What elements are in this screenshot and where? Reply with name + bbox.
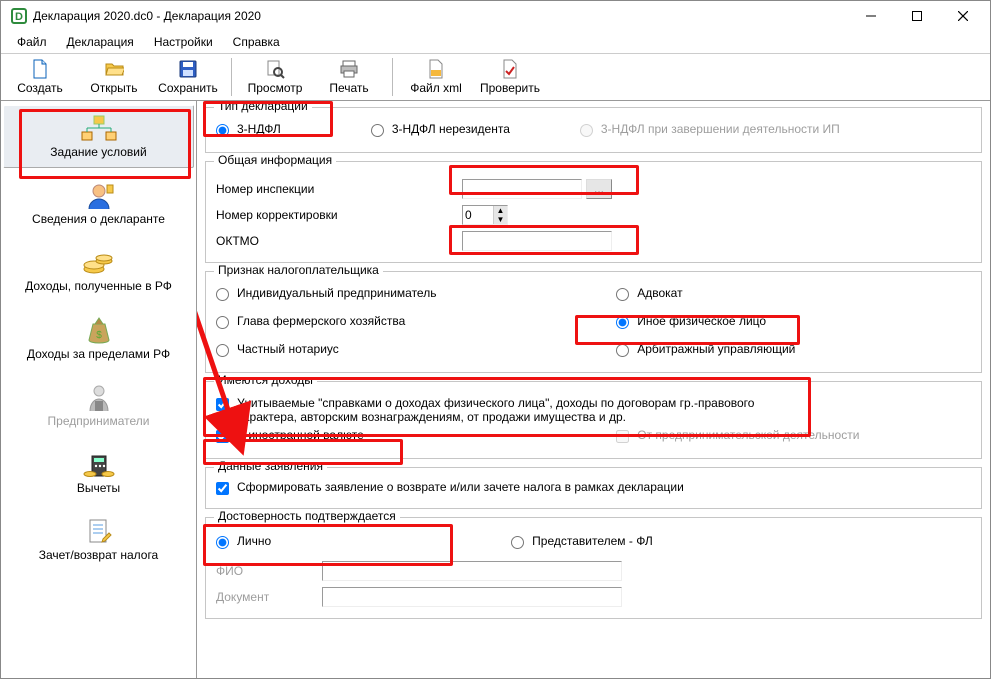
- print-icon: [339, 59, 359, 79]
- button-pick-inspection[interactable]: ...: [586, 179, 612, 199]
- group-general-info: Общая информация Номер инспекции ... Ном…: [205, 161, 982, 263]
- nav-conditions[interactable]: Задание условий: [3, 105, 194, 168]
- radio-individual-entrepreneur[interactable]: Индивидуальный предприниматель: [216, 286, 606, 308]
- group-taxpayer-sign: Признак налогоплательщика Индивидуальный…: [205, 271, 982, 373]
- svg-text:$: $: [96, 330, 102, 341]
- spin-up-icon[interactable]: ▲: [494, 206, 507, 215]
- group-legend: Общая информация: [214, 153, 336, 167]
- check-accounted-income[interactable]: Учитываемые "справками о доходах физичес…: [216, 396, 816, 424]
- menu-declaration[interactable]: Декларация: [57, 32, 144, 52]
- toolbar-separator: [231, 58, 232, 96]
- close-button[interactable]: [940, 1, 986, 31]
- window-title: Декларация 2020.dc0 - Декларация 2020: [33, 9, 848, 23]
- nav-declarant[interactable]: Сведения о декларанте: [3, 172, 194, 235]
- radio-other-individual[interactable]: Иное физическое лицо: [616, 314, 971, 336]
- flowchart-icon: [78, 112, 120, 146]
- group-legend: Данные заявления: [214, 459, 327, 473]
- radio-3ndfl-nonresident[interactable]: 3-НДФЛ нерезидента: [371, 122, 510, 144]
- input-oktmo[interactable]: [462, 231, 612, 251]
- preview-icon: [265, 59, 285, 79]
- check-form-refund-statement[interactable]: Сформировать заявление о возврате и/или …: [216, 480, 971, 502]
- group-have-income: Имеются доходы Учитываемые "справками о …: [205, 381, 982, 459]
- menu-settings[interactable]: Настройки: [144, 32, 223, 52]
- nav-income-rf[interactable]: Доходы, полученные в РФ: [3, 239, 194, 302]
- menubar: Файл Декларация Настройки Справка: [1, 31, 990, 53]
- moneybag-icon: $: [85, 314, 113, 348]
- group-legend: Достоверность подтверждается: [214, 509, 400, 523]
- titlebar: D Декларация 2020.dc0 - Декларация 2020: [1, 1, 990, 31]
- radio-advocate[interactable]: Адвокат: [616, 286, 971, 308]
- folder-open-icon: [104, 59, 124, 79]
- input-fio: [322, 561, 622, 581]
- radio-farm-head[interactable]: Глава фермерского хозяйства: [216, 314, 606, 336]
- file-new-icon: [30, 59, 50, 79]
- document-pen-icon: [85, 515, 113, 549]
- label-oktmo: ОКТМО: [216, 234, 456, 248]
- toolbar-separator: [392, 58, 393, 96]
- minimize-button[interactable]: [848, 1, 894, 31]
- group-declaration-type: Тип декларации 3-НДФЛ 3-НДФЛ нерезидента…: [205, 107, 982, 153]
- svg-text:D: D: [15, 11, 23, 23]
- radio-private-notary[interactable]: Частный нотариус: [216, 342, 606, 364]
- maximize-button[interactable]: [894, 1, 940, 31]
- group-legend: Тип декларации: [214, 101, 312, 113]
- radio-arbitration-manager[interactable]: Арбитражный управляющий: [616, 342, 971, 364]
- input-inspection-no[interactable]: [462, 179, 582, 199]
- spinner-correction-no[interactable]: ▲▼: [462, 205, 508, 225]
- label-correction-no: Номер корректировки: [216, 208, 456, 222]
- spin-down-icon[interactable]: ▼: [494, 215, 507, 224]
- toolbar-new[interactable]: Создать: [5, 55, 75, 99]
- toolbar-save[interactable]: Сохранить: [153, 55, 223, 99]
- radio-3ndfl[interactable]: 3-НДФЛ: [216, 122, 281, 144]
- label-fio: ФИО: [216, 564, 316, 578]
- group-statement-data: Данные заявления Сформировать заявление …: [205, 467, 982, 509]
- check-entrepreneur-activity: От предпринимательской деятельности: [616, 428, 971, 450]
- label-inspection-no: Номер инспекции: [216, 182, 456, 196]
- radio-personally[interactable]: Лично: [216, 534, 271, 556]
- toolbar-open[interactable]: Открыть: [79, 55, 149, 99]
- group-legend: Имеются доходы: [214, 373, 317, 387]
- input-document: [322, 587, 622, 607]
- group-authenticity: Достоверность подтверждается Лично Предс…: [205, 517, 982, 619]
- person-icon: [84, 179, 114, 213]
- businessman-icon: [85, 381, 113, 415]
- toolbar-preview[interactable]: Просмотр: [240, 55, 310, 99]
- app-window: D Декларация 2020.dc0 - Декларация 2020 …: [0, 0, 991, 679]
- radio-3ndfl-ip-end: 3-НДФЛ при завершении деятельности ИП: [580, 122, 840, 144]
- label-document: Документ: [216, 590, 316, 604]
- nav-deductions[interactable]: Вычеты: [3, 441, 194, 504]
- side-nav: Задание условий Сведения о декларанте До…: [1, 101, 197, 678]
- save-icon: [178, 59, 198, 79]
- menu-file[interactable]: Файл: [7, 32, 57, 52]
- check-icon: [500, 59, 520, 79]
- body: Задание условий Сведения о декларанте До…: [1, 101, 990, 678]
- nav-offset-refund[interactable]: Зачет/возврат налога: [3, 508, 194, 571]
- coins-icon: [82, 246, 116, 280]
- nav-entrepreneurs[interactable]: Предприниматели: [3, 374, 194, 437]
- toolbar: Создать Открыть Сохранить Просмотр Печат…: [1, 53, 990, 101]
- xml-file-icon: [426, 59, 446, 79]
- check-foreign-currency[interactable]: В иностранной валюте: [216, 428, 606, 450]
- nav-income-abroad[interactable]: $ Доходы за пределами РФ: [3, 307, 194, 370]
- menu-help[interactable]: Справка: [223, 32, 290, 52]
- main-panel: Тип декларации 3-НДФЛ 3-НДФЛ нерезидента…: [197, 101, 990, 678]
- toolbar-print[interactable]: Печать: [314, 55, 384, 99]
- toolbar-check[interactable]: Проверить: [475, 55, 545, 99]
- toolbar-xml[interactable]: Файл xml: [401, 55, 471, 99]
- app-icon: D: [11, 8, 27, 24]
- group-legend: Признак налогоплательщика: [214, 263, 383, 277]
- calculator-icon: [82, 448, 116, 482]
- radio-representative[interactable]: Представителем - ФЛ: [511, 534, 653, 556]
